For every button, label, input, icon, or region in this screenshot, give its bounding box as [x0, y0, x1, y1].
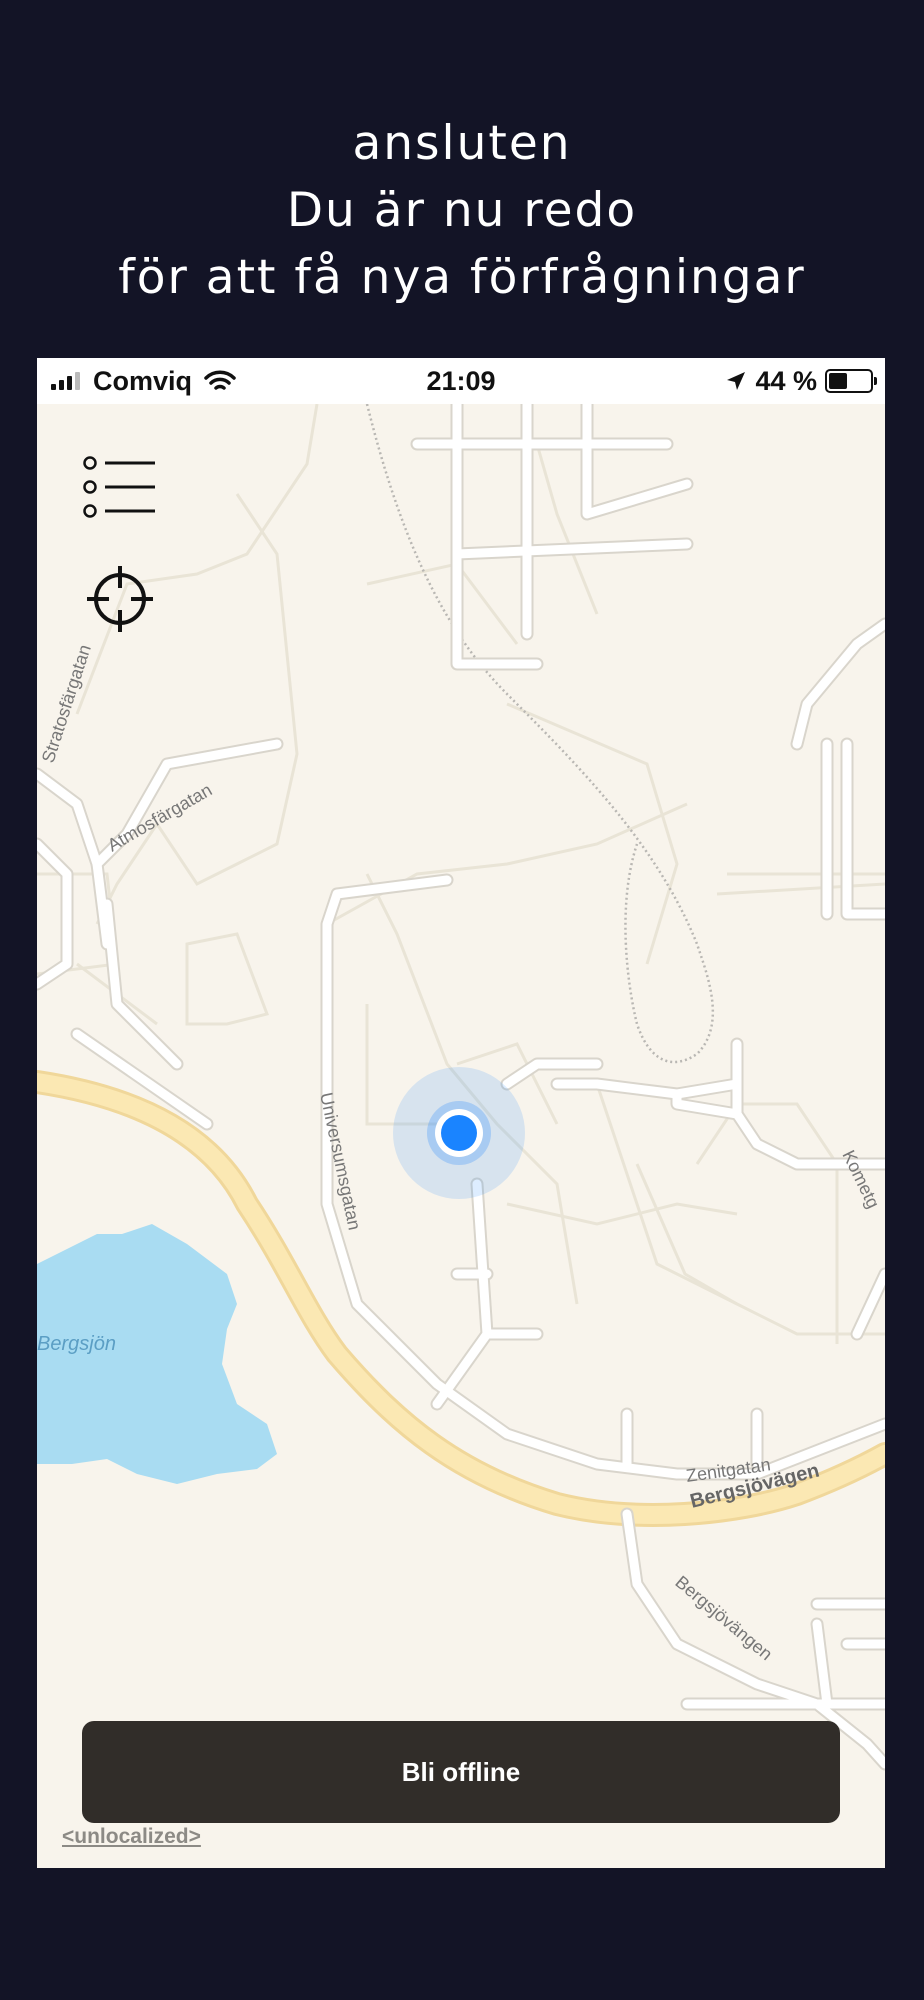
battery-icon	[825, 369, 877, 393]
locate-button[interactable]	[87, 566, 153, 632]
headline: ansluten Du är nu redo för att få nya fö…	[0, 110, 924, 311]
headline-status: ansluten	[352, 116, 572, 171]
headline-requests: för att få nya förfrågningar	[118, 250, 806, 305]
menu-button[interactable]	[83, 456, 157, 520]
status-bar: Comviq 21:09 44 %	[37, 358, 885, 404]
crosshair-icon	[87, 566, 153, 632]
go-offline-button[interactable]: Bli offline	[82, 1721, 840, 1823]
headline-ready: Du är nu redo	[286, 183, 638, 238]
user-location-marker	[393, 1067, 525, 1199]
battery-percent: 44 %	[755, 365, 817, 396]
list-icon	[83, 456, 155, 518]
unlocalized-link[interactable]: <unlocalized>	[62, 1825, 201, 1849]
location-arrow-icon	[727, 372, 746, 390]
phone-screen: Comviq 21:09 44 % Stratosfärgatan Atmosf…	[37, 358, 885, 1868]
label-bergsjon: Bergsjön	[37, 1333, 116, 1355]
